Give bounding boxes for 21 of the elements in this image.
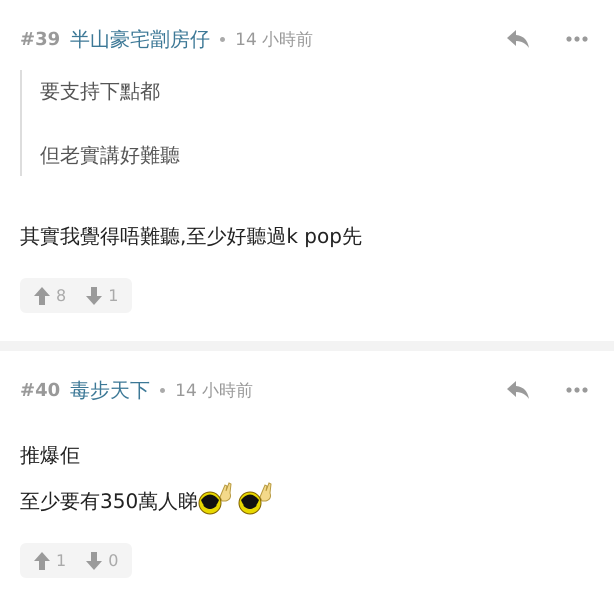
more-icon[interactable] — [566, 387, 588, 393]
comment-text: 至少要有350萬人睇 — [20, 488, 198, 515]
author-link[interactable]: 半山豪宅劏房仔 — [70, 26, 210, 52]
author-link[interactable]: 毒步天下 — [70, 376, 150, 404]
quote-text: 要支持下點都 — [40, 78, 161, 105]
downvote-button[interactable]: 1 — [86, 286, 118, 305]
separator-dot — [220, 36, 226, 42]
quote-text: 但老實講好難聽 — [40, 142, 181, 169]
post-number: #39 — [20, 28, 60, 50]
comment-text: 其實我覺得唔難聽,至少好聽過k pop先 — [20, 223, 362, 250]
more-icon[interactable] — [566, 36, 588, 42]
post-number: #40 — [20, 380, 60, 400]
downvote-button[interactable]: 0 — [86, 551, 118, 570]
reply-icon[interactable] — [506, 29, 530, 49]
post-time: 14 小時前 — [175, 380, 254, 402]
post-time: 14 小時前 — [235, 28, 314, 50]
upvote-button[interactable]: 8 — [34, 286, 66, 305]
reply-icon[interactable] — [506, 380, 530, 400]
comment-text: 推爆佢 — [20, 442, 80, 469]
separator-dot — [160, 388, 166, 392]
upvote-button[interactable]: 1 — [34, 551, 66, 570]
